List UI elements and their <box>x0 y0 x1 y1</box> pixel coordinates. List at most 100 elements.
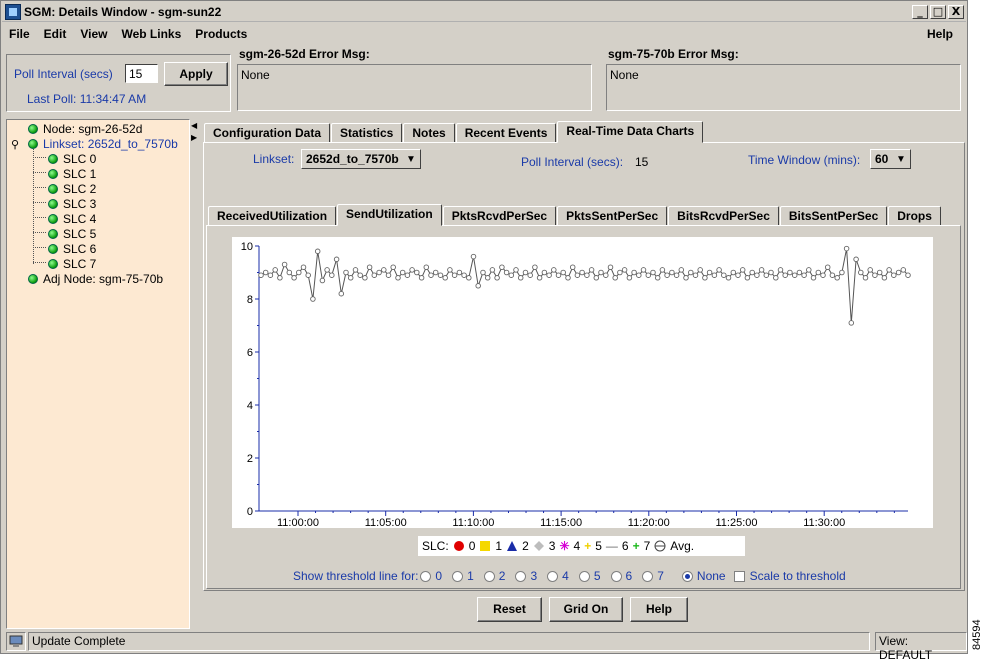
data-point <box>900 267 907 273</box>
threshold-option-label: 1 <box>467 569 474 583</box>
threshold-option-label: 4 <box>562 569 569 583</box>
data-point <box>281 261 288 268</box>
data-point <box>758 267 765 273</box>
app-icon[interactable] <box>5 3 21 20</box>
data-point <box>286 269 293 276</box>
subtab-bits-rcvd-per-sec[interactable]: BitsRcvdPerSec <box>668 206 779 226</box>
tree-slc-item[interactable]: SLC 3 <box>48 197 96 211</box>
minimize-button[interactable]: _ <box>912 4 928 19</box>
x-tick-label: 11:20:00 <box>628 517 670 528</box>
threshold-radio-6[interactable] <box>610 570 622 582</box>
threshold-radio-0[interactable] <box>420 570 432 582</box>
threshold-radio-3[interactable] <box>515 570 527 582</box>
data-point <box>324 267 330 273</box>
data-point <box>598 269 604 276</box>
tree-line <box>33 232 46 233</box>
maximize-button[interactable]: □ <box>930 4 946 19</box>
scale-to-threshold-checkbox[interactable] <box>733 570 745 582</box>
subtab-drops[interactable]: Drops <box>888 206 941 226</box>
linkset-select[interactable]: 2652d_to_7570b ▼ <box>301 149 421 169</box>
time-window-label: Time Window (mins): <box>748 153 861 167</box>
data-point <box>862 275 869 281</box>
tab-notes[interactable]: Notes <box>403 123 455 143</box>
menu-file[interactable]: File <box>2 27 37 41</box>
data-point <box>499 264 505 270</box>
threshold-option-label: 6 <box>625 569 633 583</box>
tree-linkset-item[interactable]: ⚲ Linkset: 2652d_to_7570b <box>11 137 178 151</box>
tree-slc-item[interactable]: SLC 0 <box>48 152 96 166</box>
data-point <box>371 272 378 278</box>
threshold-radio-4[interactable] <box>547 570 559 582</box>
threshold-radio-5[interactable] <box>578 570 590 582</box>
data-point <box>428 272 434 278</box>
status-green-icon <box>48 169 58 179</box>
data-point <box>314 248 321 255</box>
subtab-received-utilization[interactable]: ReceivedUtilization <box>208 206 337 226</box>
data-point <box>296 269 302 276</box>
status-green-icon <box>48 244 58 254</box>
legend-gray-dash-icon: — <box>605 539 618 553</box>
collapse-left-icon[interactable]: ◀ <box>191 121 197 130</box>
menu-products[interactable]: Products <box>188 27 254 41</box>
data-point <box>480 269 486 276</box>
subtab-pkts-sent-per-sec[interactable]: PktsSentPerSec <box>557 206 668 226</box>
time-window-select-value: 60 <box>875 152 889 166</box>
tree-slc-item[interactable]: SLC 1 <box>48 167 96 181</box>
tree-node-item[interactable]: Node: sgm-26-52d <box>28 122 142 136</box>
collapse-right-icon[interactable]: ▶ <box>191 133 197 142</box>
tree-slc-item[interactable]: SLC 4 <box>48 212 96 226</box>
tree-adj-node-item[interactable]: Adj Node: sgm-75-70b <box>28 272 163 286</box>
data-point <box>333 256 340 263</box>
last-poll-text: Last Poll: 11:34:47 AM <box>27 92 147 106</box>
tab-statistics[interactable]: Statistics <box>331 123 403 143</box>
data-point <box>697 267 703 273</box>
menu-web-links[interactable]: Web Links <box>114 27 188 41</box>
subtab-send-utilization[interactable]: SendUtilization <box>337 204 442 226</box>
legend-item-4: 4 <box>573 539 581 553</box>
data-point <box>347 275 354 281</box>
data-point <box>777 267 784 273</box>
threshold-radio-2[interactable] <box>483 570 495 582</box>
threshold-radio-1[interactable] <box>452 570 464 582</box>
title-bar[interactable]: SGM: Details Window - sgm-sun22 _ □ X <box>2 2 966 22</box>
grid-on-button[interactable]: Grid On <box>549 597 623 622</box>
data-point <box>442 275 448 281</box>
data-point <box>858 269 864 276</box>
status-green-icon <box>48 214 58 224</box>
data-point <box>291 275 297 281</box>
data-point <box>517 275 524 281</box>
data-point <box>853 256 859 263</box>
tab-recent-events[interactable]: Recent Events <box>455 123 557 143</box>
tree-slc-item[interactable]: SLC 2 <box>48 182 96 196</box>
time-window-select[interactable]: 60 ▼ <box>870 149 911 169</box>
data-point <box>749 269 755 276</box>
subtab-bits-sent-per-sec[interactable]: BitsSentPerSec <box>779 206 888 226</box>
threshold-radio-7[interactable] <box>642 570 654 582</box>
poll-interval-input[interactable] <box>125 64 158 83</box>
data-point <box>782 272 788 278</box>
status-green-icon <box>28 124 38 134</box>
tree-slc-item[interactable]: SLC 6 <box>48 242 96 256</box>
tab-configuration-data[interactable]: Configuration Data <box>204 123 330 143</box>
data-point <box>522 269 529 276</box>
threshold-radio-none[interactable] <box>681 570 693 582</box>
menu-help[interactable]: Help <box>920 27 960 41</box>
subtab-pkts-rcvd-per-sec[interactable]: PktsRcvdPerSec <box>442 206 557 226</box>
tree-line <box>33 187 46 188</box>
data-point <box>810 275 817 281</box>
data-point <box>461 272 467 278</box>
menu-edit[interactable]: Edit <box>37 27 74 41</box>
reset-button[interactable]: Reset <box>477 597 542 622</box>
data-point <box>319 277 326 284</box>
expand-handle-icon[interactable]: ⚲ <box>11 138 23 151</box>
menu-view[interactable]: View <box>73 27 114 41</box>
pane-splitter[interactable]: ◀ ▶ <box>190 119 199 629</box>
node-tree: Node: sgm-26-52d ⚲ Linkset: 2652d_to_7570… <box>6 119 190 629</box>
tree-slc-item[interactable]: SLC 5 <box>48 227 96 241</box>
close-button[interactable]: X <box>948 4 964 19</box>
chart-sub-tabs: ReceivedUtilization SendUtilization Pkts… <box>208 204 942 226</box>
tree-slc-item[interactable]: SLC 7 <box>48 257 96 271</box>
tab-real-time-data-charts[interactable]: Real-Time Data Charts <box>557 121 704 143</box>
help-button[interactable]: Help <box>630 597 688 622</box>
apply-button[interactable]: Apply <box>164 62 228 86</box>
